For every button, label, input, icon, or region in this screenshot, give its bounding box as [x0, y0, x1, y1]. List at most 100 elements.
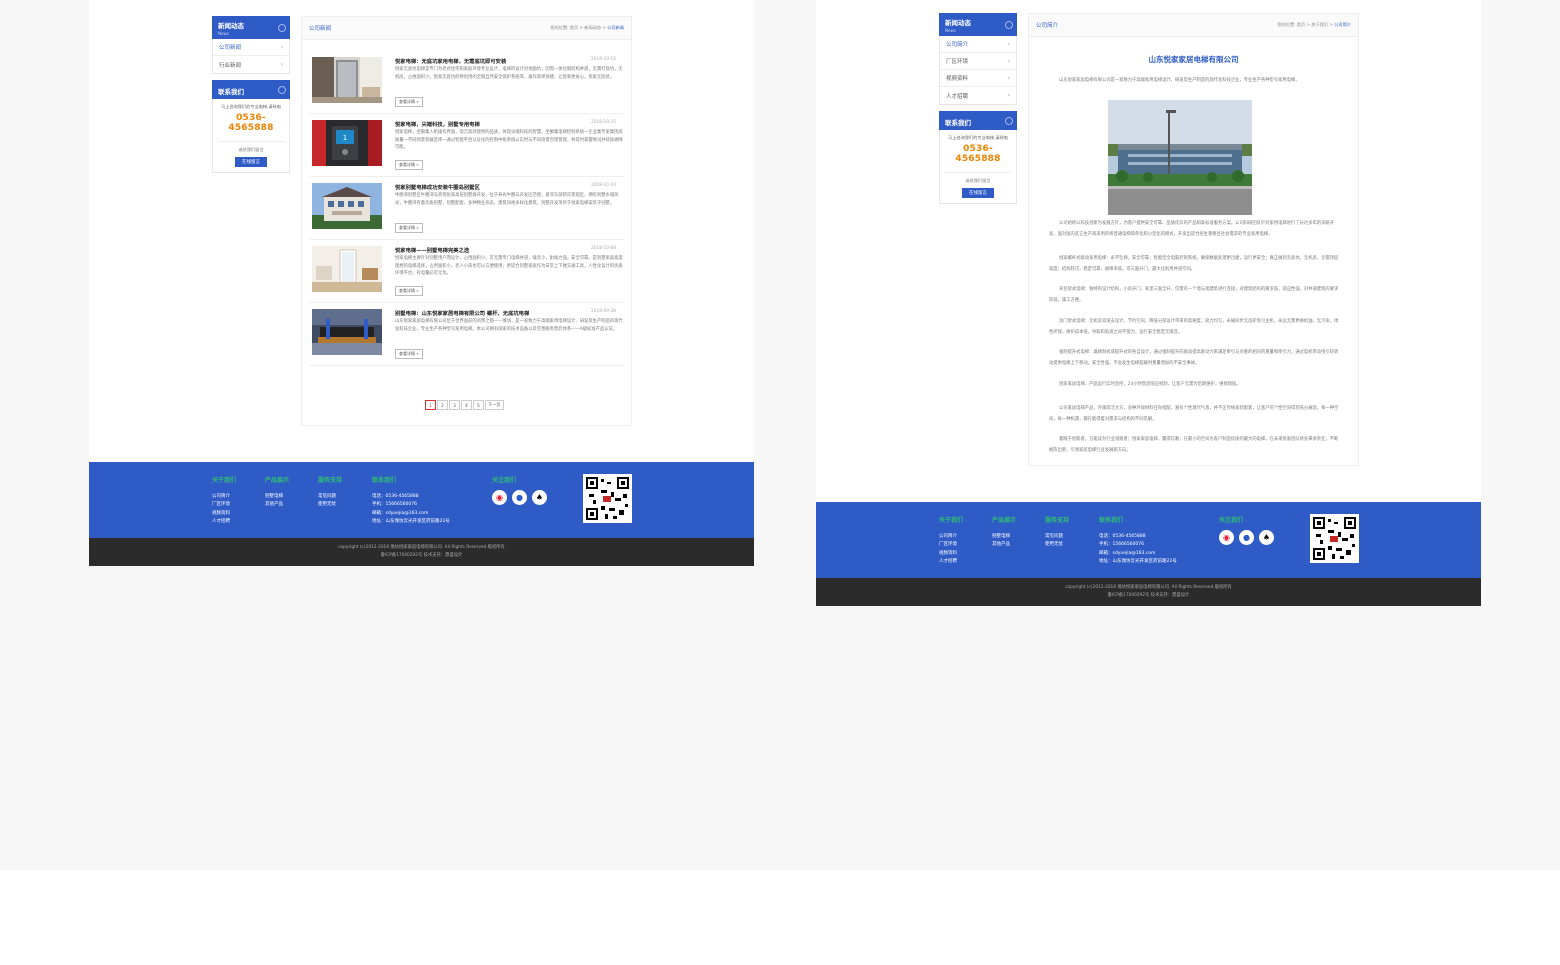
footer-link[interactable]: 使用无忧 — [318, 501, 342, 509]
news-thumbnail[interactable] — [312, 57, 382, 103]
weibo-icon[interactable]: ◉ — [492, 490, 507, 505]
pagination: 1 2 3 4 5 下一页 — [425, 400, 504, 410]
news-thumbnail[interactable]: 1 — [312, 120, 382, 166]
footer-link[interactable]: 厂区环境 — [939, 541, 963, 549]
news-title[interactable]: 悦家电梯——别墅电梯完美之选 — [395, 246, 469, 254]
news-title[interactable]: 悦家电梯，尖端科技，别墅专用电梯 — [395, 120, 480, 128]
qr-code-image — [585, 476, 630, 521]
article-paragraph: 着眼于创新者，方能成为行业领跑者；悦家家居电梯，赢得信赖，在最小的空间为客户制造… — [1049, 437, 1339, 453]
page-link[interactable]: 4 — [461, 400, 472, 410]
news-title[interactable]: 别墅电梯：山东悦家家居电梯有限公司 螺杆、无底坑电梯 — [395, 309, 529, 317]
news-list-item[interactable]: 悦家电梯：无底坑家用电梯，无需底坑即可安装 2018-10-15 悦家无底坑电梯… — [310, 55, 624, 114]
footer-col-about: 关于我们 公司简介 厂区环境 视频资料 人才招聘 — [212, 475, 236, 526]
footer-link[interactable]: 使用无忧 — [1045, 541, 1069, 549]
about-box-subtitle: News — [945, 28, 956, 33]
contact-body: 马上咨询我们的专业电梯,请致电 0536-4565888 或给我们留言 在线留言 — [212, 99, 290, 173]
main-panel-header: 公司新闻 您的位置: 首页 > 新闻动态 > 公司新闻 — [302, 17, 631, 40]
category-title: 公司简介 — [1036, 23, 1059, 29]
footer-contact-phone: 电话：0536-4565888 — [1099, 534, 1146, 539]
breadcrumb-current: 公司简介 — [1334, 22, 1351, 27]
footer-contact-email: 邮箱：sdyuejia@163.com — [372, 510, 429, 516]
footer-link[interactable]: 厂区环境 — [212, 501, 236, 509]
footer-heading: 产品展示 — [265, 477, 290, 484]
news-list-item[interactable]: 悦家别墅电梯成功安装牛圈岛别墅区 2018-10-10 牛圈湾别墅区牛圈湾岛旁等… — [310, 181, 624, 240]
contact-message-tip: 或给我们留言 — [238, 147, 264, 152]
news-list-item[interactable]: 1 悦家电梯，尖端科技，别墅专用电梯 2018-10-15 悦家电梯，坐躺集人机… — [310, 118, 624, 177]
news-title[interactable]: 悦家别墅电梯成功安装牛圈岛别墅区 — [395, 183, 480, 191]
site-footer: 关于我们 公司简介 厂区环境 视频资料 人才招聘 产品展示 别墅电梯 其他产品 … — [816, 502, 1481, 578]
view-details-button[interactable]: 查看详情 » — [395, 160, 423, 170]
breadcrumb-path[interactable]: 您的位置: 首页 > 新闻动态 > — [550, 25, 607, 30]
weibo-icon[interactable]: ◉ — [1219, 530, 1234, 545]
news-box-title: 新闻动态 — [218, 22, 244, 30]
circle-arrow-icon — [278, 86, 286, 94]
footer-link[interactable]: 常见问题 — [1045, 533, 1069, 541]
news-box-subtitle: News — [218, 31, 229, 36]
news-thumbnail[interactable] — [312, 246, 382, 292]
article-paragraph: 山东悦家家居电梯有限公司是一家致力于高端家用电梯设计、研发及生产制造的现代化科技… — [1059, 78, 1300, 83]
footer-link[interactable]: 别墅电梯 — [265, 493, 289, 501]
chevron-right-icon: › — [280, 61, 283, 68]
contact-tip: 马上咨询我们的专业电梯,请致电 — [948, 135, 1008, 140]
contact-box-title: 联系我们 — [945, 119, 971, 127]
footer-link[interactable]: 视频资料 — [212, 510, 236, 518]
footer-contact-email: 邮箱：sdyuejia@163.com — [1099, 550, 1156, 556]
qq-icon[interactable]: ♠ — [1259, 530, 1274, 545]
contact-body: 马上咨询我们的专业电梯,请致电 0536-4565888 或给我们留言 在线留言 — [939, 130, 1017, 204]
footer-link[interactable]: 公司简介 — [939, 533, 963, 541]
view-details-button[interactable]: 查看详情 » — [395, 286, 423, 296]
sidebar-item-label: 厂区环境 — [946, 59, 969, 65]
page-link[interactable]: 2 — [437, 400, 448, 410]
sidebar-item-factory[interactable]: 厂区环境 › — [940, 53, 1016, 70]
footer-link[interactable]: 人才招聘 — [939, 558, 963, 566]
sidebar-item-label: 人才招聘 — [946, 93, 969, 100]
news-title[interactable]: 悦家电梯：无底坑家用电梯，无需底坑即可安装 — [395, 57, 506, 65]
footer-link[interactable]: 公司简介 — [212, 493, 236, 501]
view-details-button[interactable]: 查看详情 » — [395, 349, 423, 359]
company-building-photo — [1108, 100, 1252, 215]
chevron-right-icon: › — [1007, 74, 1010, 82]
news-date: 2018-10-10 — [591, 183, 616, 188]
wechat-icon[interactable]: ● — [1239, 530, 1254, 545]
footer-heading: 产品展示 — [992, 517, 1017, 524]
footer-link[interactable]: 别墅电梯 — [992, 533, 1016, 541]
footer-link[interactable]: 其他产品 — [265, 501, 289, 509]
qq-icon[interactable]: ♠ — [532, 490, 547, 505]
article-paragraph: 公司始终以科技创新为发展方针，为客户提供安全可靠、品质优异的产品和高标准服务方案… — [1049, 221, 1334, 237]
article-paragraph: 龙门架式电梯：无机房双滚支设计，节约空间，降低分部设计带来的高难度，吸力均匀，永… — [1049, 319, 1339, 335]
sidebar-item-jobs[interactable]: 人才招聘 › — [940, 87, 1016, 104]
page-link-current[interactable]: 1 — [425, 400, 436, 410]
page-link[interactable]: 3 — [449, 400, 460, 410]
icp-text: 鲁ICP备17040292号 技术支持：鼎盛设计 — [1107, 592, 1190, 598]
footer-link[interactable]: 常见问题 — [318, 493, 342, 501]
news-list-item[interactable]: 别墅电梯：山东悦家家居电梯有限公司 螺杆、无底坑电梯 2018-09-28 山东… — [310, 307, 624, 366]
news-list-item[interactable]: 悦家电梯——别墅电梯完美之选 2018-10-08 悦家电梯主要针对别墅用户而设… — [310, 244, 624, 303]
page-link[interactable]: 5 — [473, 400, 484, 410]
next-page-link[interactable]: 下一页 — [485, 400, 504, 410]
news-thumbnail[interactable] — [312, 183, 382, 229]
wechat-icon[interactable]: ● — [512, 490, 527, 505]
view-details-button[interactable]: 查看详情 » — [395, 223, 423, 233]
footer-contact-mobile: 手机：15666560076 — [1099, 542, 1144, 548]
breadcrumb-path[interactable]: 您的位置: 首页 > 关于我们 > — [1277, 22, 1334, 27]
online-message-button[interactable]: 在线留言 — [962, 188, 994, 198]
footer-link[interactable]: 其他产品 — [992, 541, 1016, 549]
footer-col-products: 产品展示 别墅电梯 其他产品 — [265, 475, 289, 510]
sidebar: 新闻动态 News 公司简介 › 厂区环境 › 视频资料 › 人才招聘 › 联系… — [939, 13, 1017, 204]
sidebar-item-industry-news[interactable]: 行业新闻 › — [213, 56, 289, 73]
sidebar-item-company-profile[interactable]: 公司简介 › — [940, 36, 1016, 53]
qr-code-image — [1312, 516, 1357, 561]
footer-link[interactable]: 人才招聘 — [212, 518, 236, 526]
sidebar-item-videos[interactable]: 视频资料 › — [940, 70, 1016, 87]
social-icons: ◉ ● ♠ — [1219, 530, 1274, 545]
sidebar-item-company-news[interactable]: 公司新闻 › — [213, 39, 289, 56]
view-details-button[interactable]: 查看详情 » — [395, 97, 423, 107]
footer-link[interactable]: 视频资料 — [939, 550, 963, 558]
main-panel-header: 公司简介 您的位置: 首页 > 关于我们 > 公司简介 — [1029, 14, 1358, 37]
news-summary: 悦家电梯主要针对别墅用户而设计，占用面积小，可无需专门电梯井道，噪音小，耐候力强… — [395, 256, 623, 276]
contact-phone: 0536-4565888 — [228, 113, 274, 133]
news-thumbnail[interactable] — [312, 309, 382, 355]
online-message-button[interactable]: 在线留言 — [235, 157, 267, 167]
article-paragraph: 悦家家居电梯，产品运行实时监控，24小时售后响应机制，让客户无需为后期维护，维修… — [1059, 382, 1241, 387]
contact-tip: 马上咨询我们的专业电梯,请致电 — [221, 104, 281, 109]
